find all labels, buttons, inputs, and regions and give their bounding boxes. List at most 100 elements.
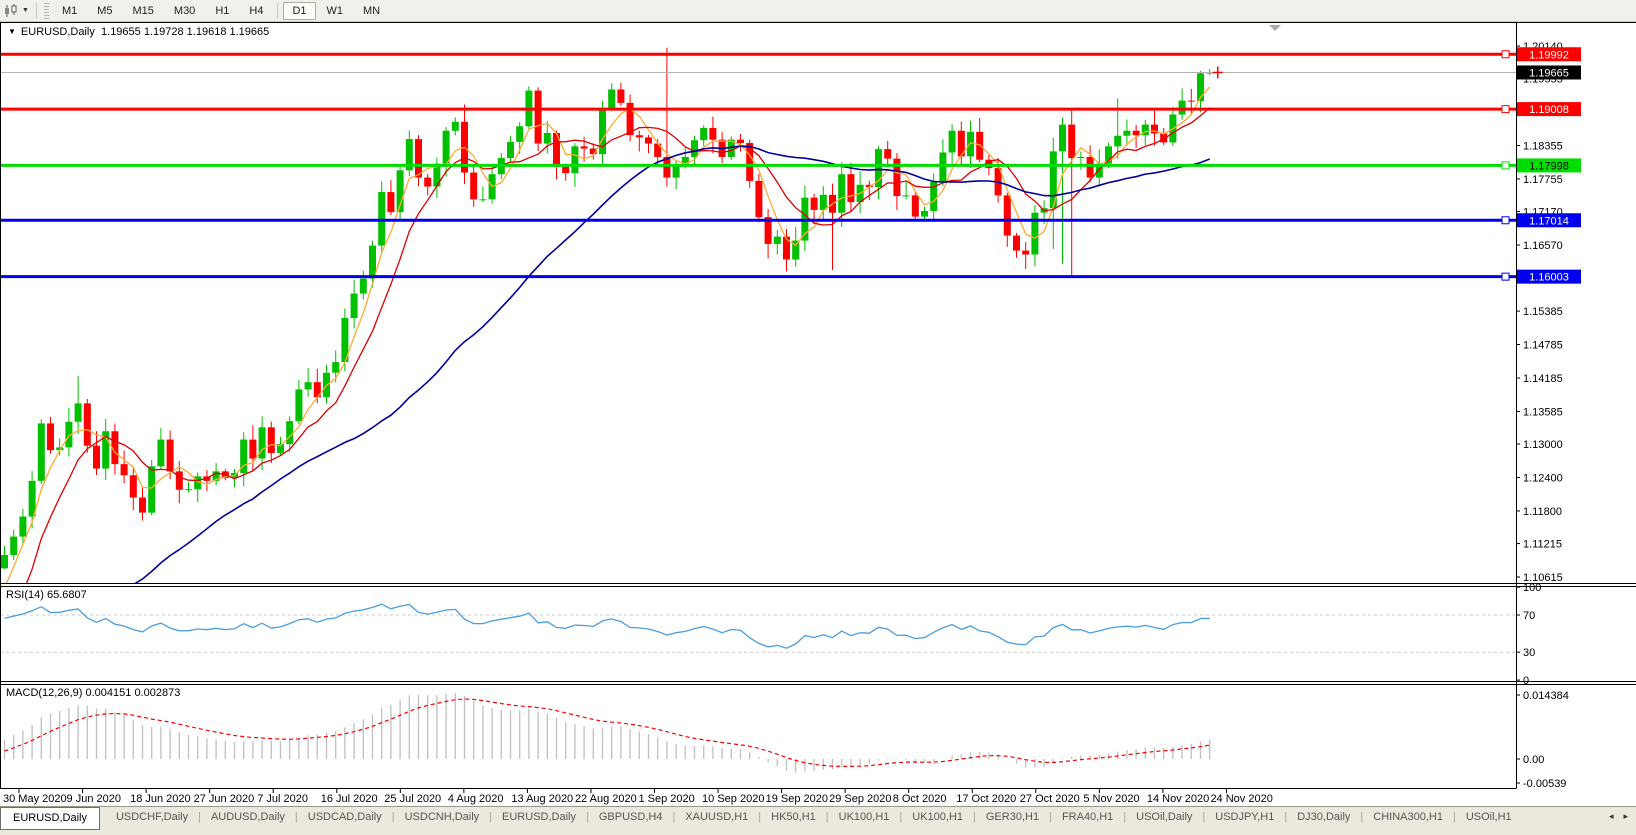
ohlc-low: 1.19618: [186, 26, 227, 38]
chart-tab-usdcad-daily[interactable]: USDCAD,Daily: [298, 808, 392, 827]
level-marker: [1501, 105, 1510, 114]
svg-text:1.14185: 1.14185: [1523, 373, 1563, 385]
pane-rsi: [0, 603, 1516, 653]
level-price-badge: 1.16003: [1517, 269, 1581, 284]
svg-text:1.19008: 1.19008: [1529, 104, 1569, 116]
svg-text:22 Aug 2020: 22 Aug 2020: [575, 793, 637, 805]
level-price-badge: 1.19008: [1517, 102, 1581, 117]
chart-tab-bar: EURUSD,Daily USDCHF,Daily | AUDUSD,Daily | US…: [0, 806, 1636, 835]
svg-text:30 May 2020: 30 May 2020: [3, 793, 67, 805]
current-price-badge: 1.19665: [1517, 65, 1581, 80]
svg-text:1.19992: 1.19992: [1529, 49, 1569, 61]
svg-text:27 Oct 2020: 27 Oct 2020: [1020, 793, 1080, 805]
svg-text:1.17755: 1.17755: [1523, 174, 1563, 186]
tab-scroll-left-icon[interactable]: ◂: [1609, 811, 1614, 822]
chart-menu-caret-icon[interactable]: ▼: [8, 27, 16, 36]
candles-layer: [1, 47, 1214, 569]
pane-macd: [3, 692, 1211, 773]
svg-text:0.014384: 0.014384: [1523, 690, 1569, 702]
svg-text:1.15385: 1.15385: [1523, 306, 1563, 318]
svg-text:100: 100: [1523, 582, 1541, 594]
chart-tab-usoil-h1[interactable]: USOil,H1: [1456, 808, 1522, 827]
price-axis: 1.201401.195551.189551.183551.177551.171…: [1501, 41, 1581, 584]
svg-text:1.11215: 1.11215: [1523, 539, 1562, 551]
level-price-badge: 1.19992: [1517, 47, 1581, 62]
svg-text:1.16003: 1.16003: [1529, 272, 1569, 284]
ohlc-close: 1.19665: [229, 26, 270, 38]
svg-text:30: 30: [1523, 647, 1535, 659]
svg-text:9 Jun 2020: 9 Jun 2020: [67, 793, 121, 805]
svg-text:1.19665: 1.19665: [1529, 67, 1569, 79]
level-marker: [1501, 161, 1510, 170]
time-axis: 30 May 2020 9 Jun 2020 18 Jun 2020 27 Jun 2…: [3, 789, 1273, 805]
svg-text:14 Nov 2020: 14 Nov 2020: [1147, 793, 1209, 805]
chart-tab-usdchf-daily[interactable]: USDCHF,Daily: [106, 808, 198, 827]
pane-main: [1, 47, 1214, 583]
svg-text:1.17998: 1.17998: [1529, 160, 1569, 172]
svg-text:0.00: 0.00: [1523, 754, 1544, 766]
ohlc-high: 1.19728: [143, 26, 184, 38]
svg-text:1.13000: 1.13000: [1523, 439, 1563, 451]
chart-tab-usoil-daily[interactable]: USOil,Daily: [1126, 808, 1202, 827]
ma-line-4: [5, 86, 1211, 583]
chart-tab-eurusd-daily[interactable]: EURUSD,Daily: [492, 808, 586, 827]
svg-text:1.14785: 1.14785: [1523, 340, 1563, 352]
level-marker: [1501, 216, 1510, 225]
svg-text:13 Aug 2020: 13 Aug 2020: [511, 793, 573, 805]
last-price-cross-icon: [1212, 66, 1223, 79]
chart-tab-hk50-h1[interactable]: HK50,H1: [761, 808, 826, 827]
svg-text:1.11800: 1.11800: [1523, 506, 1562, 518]
chart-tab-usdcnh-daily[interactable]: USDCNH,Daily: [395, 808, 490, 827]
svg-text:25 Jul 2020: 25 Jul 2020: [384, 793, 441, 805]
svg-text:27 Jun 2020: 27 Jun 2020: [194, 793, 255, 805]
chart-shift-marker-icon: [1269, 25, 1281, 31]
svg-text:7 Jul 2020: 7 Jul 2020: [257, 793, 308, 805]
svg-text:1 Sep 2020: 1 Sep 2020: [639, 793, 695, 805]
price-chart-canvas[interactable]: 1.201401.195551.189551.183551.177551.171…: [0, 0, 1636, 806]
level-marker: [1501, 272, 1510, 281]
svg-text:19 Sep 2020: 19 Sep 2020: [766, 793, 828, 805]
svg-text:24 Nov 2020: 24 Nov 2020: [1210, 793, 1272, 805]
chart-tab-china300-h1[interactable]: CHINA300,H1: [1363, 808, 1453, 827]
level-marker: [1501, 50, 1510, 59]
svg-text:1.13585: 1.13585: [1523, 406, 1563, 418]
svg-text:70: 70: [1523, 610, 1535, 622]
chart-tab-usdjpy-h1[interactable]: USDJPY,H1: [1205, 808, 1284, 827]
svg-text:1.16570: 1.16570: [1523, 240, 1563, 252]
svg-text:4 Aug 2020: 4 Aug 2020: [448, 793, 504, 805]
chart-tab-dj30-daily[interactable]: DJ30,Daily: [1287, 808, 1360, 827]
svg-text:1.12400: 1.12400: [1523, 473, 1563, 485]
chart-tab-gbpusd-h4[interactable]: GBPUSD,H4: [589, 808, 673, 827]
svg-text:8 Oct 2020: 8 Oct 2020: [893, 793, 947, 805]
svg-text:5 Nov 2020: 5 Nov 2020: [1083, 793, 1139, 805]
rsi-line: [4, 603, 1210, 649]
indicator-axes: 100 70 30 0 0.014384 0.00 -0.00539: [1516, 582, 1569, 790]
rsi-indicator-label: RSI(14) 65.6807: [6, 589, 87, 601]
chart-tab-xauusd-h1[interactable]: XAUUSD,H1: [675, 808, 758, 827]
svg-text:-0.00539: -0.00539: [1523, 778, 1566, 790]
chart-tab-uk100-h1[interactable]: UK100,H1: [902, 808, 973, 827]
svg-text:1.17014: 1.17014: [1529, 215, 1569, 227]
tab-scroll-right-icon[interactable]: ▸: [1623, 811, 1628, 822]
trading-terminal-window: { "toolbar": { "chart_type_icon": "candl…: [0, 0, 1636, 835]
chart-symbol: EURUSD,Daily: [20, 26, 95, 38]
chart-frame: [0, 22, 1636, 789]
chart-tab-eurusd-daily[interactable]: EURUSD,Daily: [0, 807, 100, 830]
level-price-badge: 1.17998: [1517, 158, 1581, 173]
chart-title[interactable]: ▼ EURUSD,Daily 1.19655 1.19728 1.19618 1.…: [8, 26, 269, 38]
chart-tab-fra40-h1[interactable]: FRA40,H1: [1052, 808, 1123, 827]
svg-text:18 Jun 2020: 18 Jun 2020: [130, 793, 191, 805]
level-price-badge: 1.17014: [1517, 213, 1581, 228]
svg-text:29 Sep 2020: 29 Sep 2020: [829, 793, 891, 805]
chart-tab-uk100-h1[interactable]: UK100,H1: [829, 808, 900, 827]
ohlc-open: 1.19655: [101, 26, 141, 38]
svg-text:17 Oct 2020: 17 Oct 2020: [956, 793, 1016, 805]
chart-tab-ger30-h1[interactable]: GER30,H1: [976, 808, 1049, 827]
chart-tab-audusd-daily[interactable]: AUDUSD,Daily: [201, 808, 295, 827]
svg-text:10 Sep 2020: 10 Sep 2020: [702, 793, 764, 805]
macd-indicator-label: MACD(12,26,9) 0.004151 0.002873: [6, 687, 181, 699]
macd-signal-line: [4, 698, 1210, 768]
svg-text:1.18355: 1.18355: [1523, 141, 1563, 153]
svg-text:0: 0: [1523, 675, 1529, 687]
svg-text:16 Jul 2020: 16 Jul 2020: [321, 793, 378, 805]
